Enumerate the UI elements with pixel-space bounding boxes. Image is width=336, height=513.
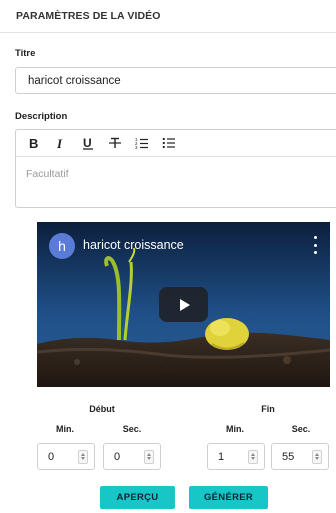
end-min-stepper[interactable]: 1 — [207, 443, 265, 470]
title-label: Titre — [15, 48, 36, 59]
ordered-list-icon[interactable]: 123 — [134, 135, 150, 151]
start-sec-stepper[interactable]: 0 — [103, 443, 161, 470]
svg-text:I: I — [56, 136, 63, 150]
start-sec-label: Sec. — [122, 424, 142, 434]
start-min-label: Min. — [56, 424, 74, 434]
underline-icon[interactable]: U — [80, 135, 96, 151]
end-sec-stepper[interactable]: 55 — [271, 443, 329, 470]
italic-icon[interactable]: I — [53, 135, 69, 151]
video-player[interactable]: h haricot croissance — [37, 222, 330, 387]
start-min-stepper[interactable]: 0 — [37, 443, 95, 470]
strikethrough-icon[interactable] — [107, 135, 123, 151]
end-label: Fin — [261, 404, 275, 414]
preview-button[interactable]: APERÇU — [100, 486, 175, 509]
svg-text:B: B — [29, 136, 38, 150]
play-icon — [179, 298, 190, 311]
bullet-list-icon[interactable] — [161, 135, 177, 151]
bold-icon[interactable]: B — [26, 135, 42, 151]
svg-text:3: 3 — [135, 145, 138, 150]
start-label: Début — [89, 404, 115, 414]
description-editor[interactable]: B I U 123 Facultatif — [15, 129, 336, 208]
generate-button[interactable]: GÉNÉRER — [189, 486, 268, 509]
editor-toolbar: B I U 123 — [16, 130, 336, 157]
title-input[interactable]: haricot croissance — [15, 67, 336, 94]
channel-avatar[interactable]: h — [49, 233, 75, 259]
spinner-icon[interactable] — [312, 449, 322, 464]
svg-text:U: U — [83, 136, 92, 150]
settings-header: PARAMÈTRES DE LA VIDÉO — [0, 0, 336, 33]
title-input-value: haricot croissance — [28, 74, 121, 87]
video-title[interactable]: haricot croissance — [83, 238, 184, 252]
end-sec-value: 55 — [282, 450, 295, 463]
start-sec-value: 0 — [114, 450, 121, 463]
more-vert-icon[interactable] — [312, 236, 318, 254]
end-min-label: Min. — [226, 424, 244, 434]
play-button[interactable] — [159, 287, 208, 322]
spinner-icon[interactable] — [144, 449, 154, 464]
spinner-icon[interactable] — [248, 449, 258, 464]
end-sec-label: Sec. — [291, 424, 311, 434]
page-title: PARAMÈTRES DE LA VIDÉO — [16, 10, 161, 22]
description-placeholder: Facultatif — [26, 168, 69, 180]
description-label: Description — [15, 111, 68, 122]
end-min-value: 1 — [218, 450, 225, 463]
start-min-value: 0 — [48, 450, 55, 463]
spinner-icon[interactable] — [78, 449, 88, 464]
